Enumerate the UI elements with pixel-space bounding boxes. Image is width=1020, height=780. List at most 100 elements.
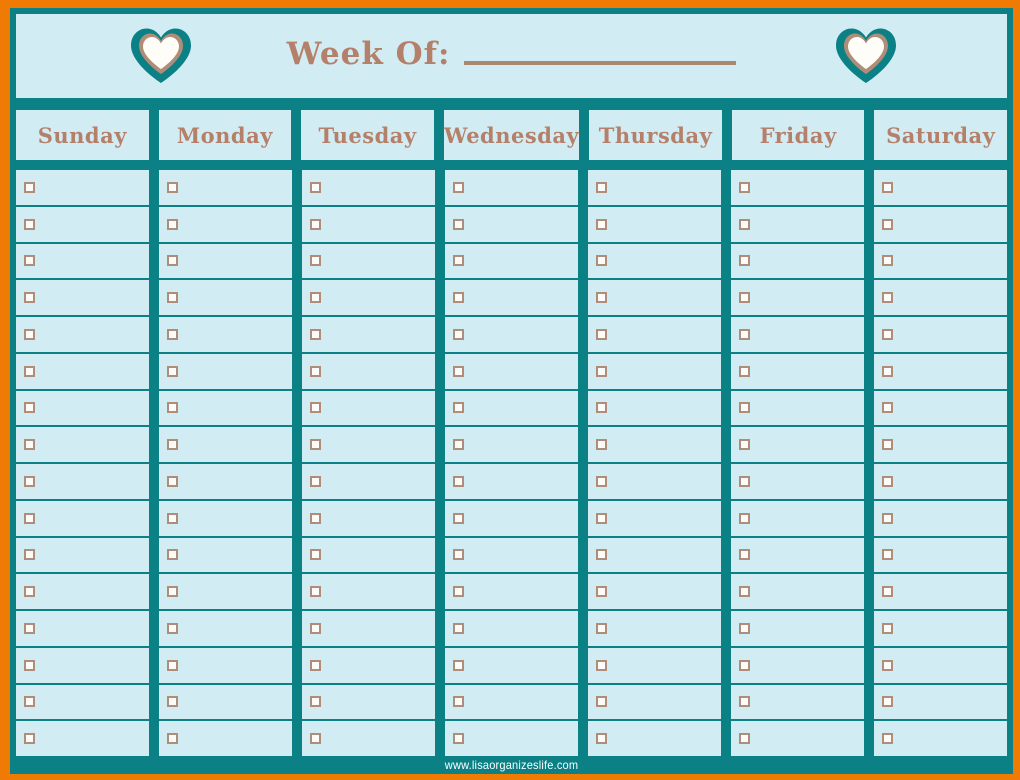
task-slot[interactable] <box>16 317 149 354</box>
checkbox-icon[interactable] <box>739 402 750 414</box>
checkbox-icon[interactable] <box>167 586 178 598</box>
checkbox-icon[interactable] <box>453 512 464 524</box>
checkbox-icon[interactable] <box>24 365 35 377</box>
checkbox-icon[interactable] <box>739 218 750 230</box>
checkbox-icon[interactable] <box>167 402 178 414</box>
task-slot[interactable] <box>731 244 864 281</box>
task-slot[interactable] <box>874 427 1007 464</box>
checkbox-icon[interactable] <box>453 292 464 304</box>
task-slot[interactable] <box>159 611 292 648</box>
checkbox-icon[interactable] <box>596 622 607 634</box>
task-slot[interactable] <box>159 427 292 464</box>
task-slot[interactable] <box>159 648 292 685</box>
checkbox-icon[interactable] <box>596 696 607 708</box>
task-slot[interactable] <box>445 648 578 685</box>
task-slot[interactable] <box>302 721 435 756</box>
task-slot[interactable] <box>159 354 292 391</box>
checkbox-icon[interactable] <box>24 292 35 304</box>
task-slot[interactable] <box>159 685 292 722</box>
task-slot[interactable] <box>588 721 721 756</box>
task-slot[interactable] <box>16 427 149 464</box>
task-slot[interactable] <box>302 501 435 538</box>
task-slot[interactable] <box>445 280 578 317</box>
checkbox-icon[interactable] <box>24 659 35 671</box>
checkbox-icon[interactable] <box>310 733 321 745</box>
checkbox-icon[interactable] <box>453 475 464 487</box>
task-slot[interactable] <box>302 207 435 244</box>
day-header-friday[interactable]: Friday <box>731 110 865 160</box>
task-slot[interactable] <box>159 280 292 317</box>
checkbox-icon[interactable] <box>882 328 893 340</box>
checkbox-icon[interactable] <box>310 255 321 267</box>
task-slot[interactable] <box>731 648 864 685</box>
task-slot[interactable] <box>588 501 721 538</box>
checkbox-icon[interactable] <box>882 659 893 671</box>
task-slot[interactable] <box>445 538 578 575</box>
day-header-tuesday[interactable]: Tuesday <box>301 110 434 160</box>
task-slot[interactable] <box>302 280 435 317</box>
task-slot[interactable] <box>159 538 292 575</box>
checkbox-icon[interactable] <box>596 402 607 414</box>
checkbox-icon[interactable] <box>882 255 893 267</box>
task-slot[interactable] <box>302 244 435 281</box>
checkbox-icon[interactable] <box>739 549 750 561</box>
checkbox-icon[interactable] <box>167 292 178 304</box>
checkbox-icon[interactable] <box>24 218 35 230</box>
task-slot[interactable] <box>874 391 1007 428</box>
checkbox-icon[interactable] <box>453 659 464 671</box>
checkbox-icon[interactable] <box>596 181 607 193</box>
checkbox-icon[interactable] <box>24 586 35 598</box>
checkbox-icon[interactable] <box>167 475 178 487</box>
checkbox-icon[interactable] <box>167 218 178 230</box>
task-slot[interactable] <box>302 354 435 391</box>
checkbox-icon[interactable] <box>167 733 178 745</box>
checkbox-icon[interactable] <box>167 659 178 671</box>
checkbox-icon[interactable] <box>24 475 35 487</box>
task-slot[interactable] <box>588 354 721 391</box>
task-slot[interactable] <box>731 354 864 391</box>
task-slot[interactable] <box>16 611 149 648</box>
task-slot[interactable] <box>874 538 1007 575</box>
checkbox-icon[interactable] <box>24 255 35 267</box>
task-slot[interactable] <box>445 170 578 207</box>
checkbox-icon[interactable] <box>24 549 35 561</box>
task-slot[interactable] <box>588 574 721 611</box>
checkbox-icon[interactable] <box>24 181 35 193</box>
task-slot[interactable] <box>302 538 435 575</box>
task-slot[interactable] <box>16 685 149 722</box>
checkbox-icon[interactable] <box>596 328 607 340</box>
checkbox-icon[interactable] <box>310 622 321 634</box>
checkbox-icon[interactable] <box>453 622 464 634</box>
task-slot[interactable] <box>16 464 149 501</box>
task-slot[interactable] <box>588 685 721 722</box>
task-slot[interactable] <box>588 648 721 685</box>
task-slot[interactable] <box>16 170 149 207</box>
task-slot[interactable] <box>159 464 292 501</box>
checkbox-icon[interactable] <box>739 696 750 708</box>
task-slot[interactable] <box>731 427 864 464</box>
checkbox-icon[interactable] <box>739 586 750 598</box>
task-slot[interactable] <box>445 391 578 428</box>
checkbox-icon[interactable] <box>310 439 321 451</box>
task-slot[interactable] <box>302 170 435 207</box>
task-slot[interactable] <box>445 611 578 648</box>
checkbox-icon[interactable] <box>882 549 893 561</box>
task-slot[interactable] <box>445 317 578 354</box>
task-slot[interactable] <box>302 648 435 685</box>
day-header-monday[interactable]: Monday <box>158 110 292 160</box>
task-slot[interactable] <box>731 501 864 538</box>
task-slot[interactable] <box>159 721 292 756</box>
checkbox-icon[interactable] <box>882 512 893 524</box>
task-slot[interactable] <box>302 611 435 648</box>
task-slot[interactable] <box>588 611 721 648</box>
checkbox-icon[interactable] <box>739 181 750 193</box>
checkbox-icon[interactable] <box>310 365 321 377</box>
checkbox-icon[interactable] <box>596 439 607 451</box>
task-slot[interactable] <box>874 648 1007 685</box>
task-slot[interactable] <box>16 207 149 244</box>
task-slot[interactable] <box>159 391 292 428</box>
task-slot[interactable] <box>16 501 149 538</box>
task-slot[interactable] <box>445 501 578 538</box>
task-slot[interactable] <box>16 648 149 685</box>
checkbox-icon[interactable] <box>167 365 178 377</box>
